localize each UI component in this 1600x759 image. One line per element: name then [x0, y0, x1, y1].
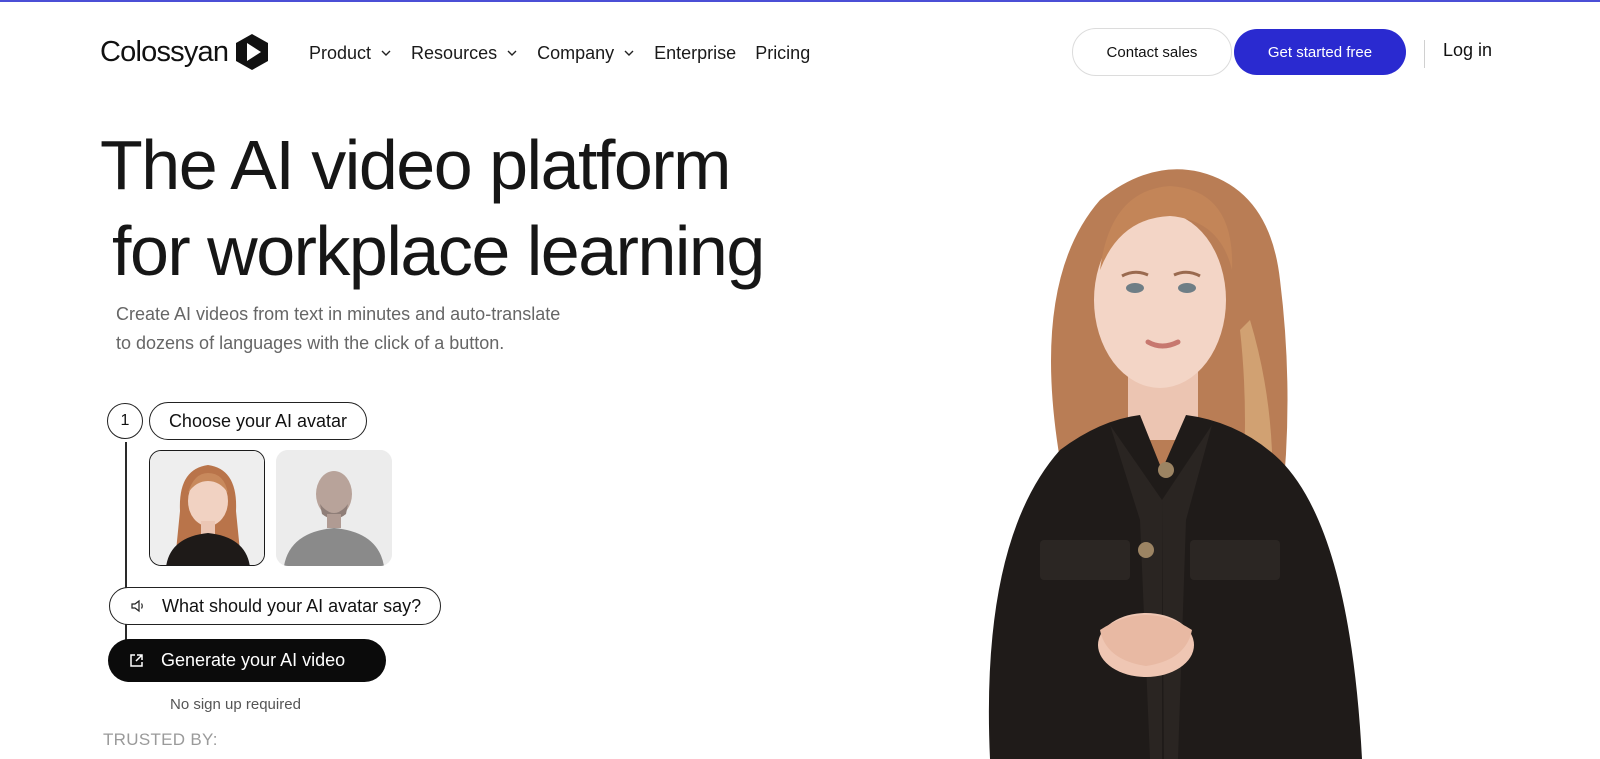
login-link[interactable]: Log in	[1443, 40, 1492, 61]
speaker-icon	[131, 599, 143, 613]
choose-avatar-label: Choose your AI avatar	[149, 402, 367, 440]
nav-company-label: Company	[537, 42, 615, 63]
avatar-script-placeholder: What should your AI avatar say?	[162, 595, 422, 616]
nav-pricing-label: Pricing	[755, 42, 811, 63]
generate-video-button[interactable]: Generate your AI video	[108, 639, 386, 682]
hero-title: The AI video platform for workplace lear…	[100, 122, 765, 294]
hero-title-line2: for workplace learning	[112, 212, 765, 290]
avatar-man-image	[276, 450, 392, 566]
external-link-icon	[130, 654, 143, 667]
hero-subtitle: Create AI videos from text in minutes an…	[116, 300, 636, 358]
site-header: Colossyan Product Resources Company Ente…	[0, 2, 1600, 98]
nav-enterprise-label: Enterprise	[654, 42, 737, 63]
nav-pricing[interactable]: Pricing	[755, 43, 810, 64]
avatar-woman-image	[150, 451, 264, 565]
nav-enterprise[interactable]: Enterprise	[654, 43, 736, 64]
nav-product-label: Product	[309, 42, 372, 63]
nav-resources[interactable]: Resources	[411, 43, 518, 64]
trusted-by-label: TRUSTED BY:	[103, 730, 218, 749]
avatar-option-man[interactable]	[276, 450, 392, 566]
generate-video-label: Generate your AI video	[161, 650, 346, 670]
logo[interactable]: Colossyan	[100, 30, 270, 74]
logo-text: Colossyan	[100, 35, 229, 68]
hero-subtitle-line2: to dozens of languages with the click of…	[116, 333, 505, 353]
avatar-option-woman[interactable]	[149, 450, 265, 566]
ai-presenter-image	[988, 169, 1362, 759]
hero-subtitle-line1: Create AI videos from text in minutes an…	[116, 304, 561, 324]
step-connector-line	[125, 442, 127, 590]
hero-title-line1: The AI video platform	[100, 126, 731, 204]
logo-mark-icon	[236, 34, 269, 70]
chevron-down-icon	[507, 50, 517, 56]
header-divider	[1424, 40, 1425, 68]
main-nav: Product Resources Company Enterprise Pri…	[309, 36, 829, 70]
nav-product[interactable]: Product	[309, 43, 392, 64]
contact-sales-button[interactable]: Contact sales	[1072, 28, 1232, 76]
nav-resources-label: Resources	[411, 42, 498, 63]
chevron-down-icon	[624, 50, 634, 56]
nav-company[interactable]: Company	[537, 43, 635, 64]
no-signup-note: No sign up required	[170, 696, 301, 713]
get-started-button[interactable]: Get started free	[1234, 29, 1406, 75]
step-number-badge: 1	[107, 403, 143, 439]
chevron-down-icon	[381, 50, 391, 56]
avatar-script-input[interactable]: What should your AI avatar say?	[109, 587, 441, 625]
